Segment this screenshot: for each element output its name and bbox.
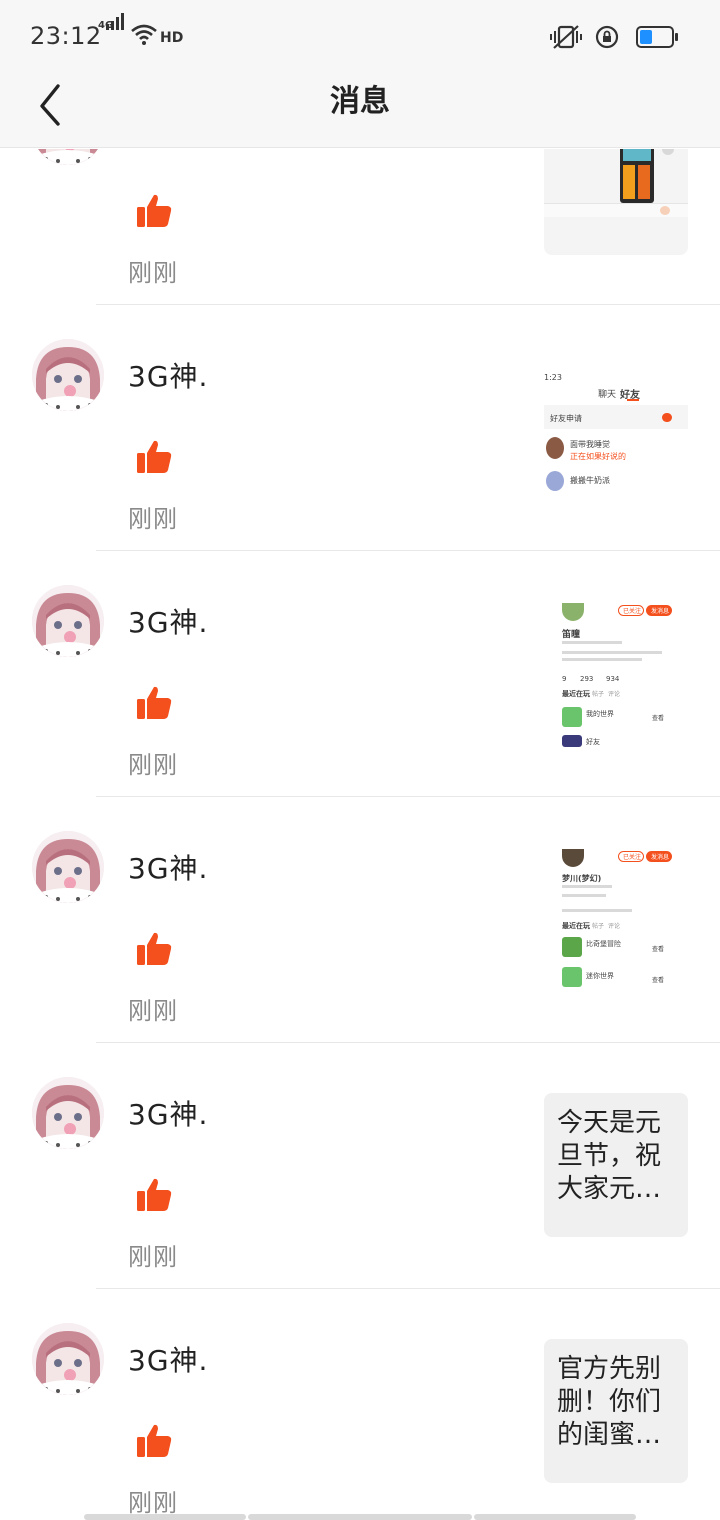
notification-item[interactable]: 3G神. 刚刚 1:23 聊天 好友 好友申请 面带我睡觉 正在如果好说的 搬搬… xyxy=(0,305,720,551)
notification-item[interactable]: 3G神. 刚刚 官方先别删！你们的闺蜜… xyxy=(0,1289,720,1520)
page-title: 消息 xyxy=(330,84,390,119)
post-preview-text[interactable]: 今天是元旦节，祝大家元… xyxy=(544,1093,688,1237)
battery-icon xyxy=(636,26,678,48)
timestamp: 刚刚 xyxy=(128,997,178,1025)
timestamp: 刚刚 xyxy=(128,1489,178,1517)
post-preview-thumbnail[interactable]: 1:23 聊天 好友 好友申请 面带我睡觉 正在如果好说的 搬搬牛奶派 xyxy=(544,357,688,501)
notification-list[interactable]: 刚刚 3G神. 刚刚 1:23 聊天 好友 好友申请 面带我睡觉 正在如果好说的… xyxy=(0,149,720,1520)
avatar[interactable] xyxy=(32,831,104,903)
avatar[interactable] xyxy=(32,1323,104,1395)
bottom-bar-segment xyxy=(474,1514,636,1520)
avatar[interactable] xyxy=(32,149,104,165)
notification-item[interactable]: 3G神. 刚刚 今天是元旦节，祝大家元… xyxy=(0,1043,720,1289)
thumbs-up-icon xyxy=(137,1424,172,1457)
post-preview-text[interactable]: 官方先别删！你们的闺蜜… xyxy=(544,1339,688,1483)
notification-item[interactable]: 3G神. 刚刚 已关注 发消息 梦川(梦幻) 最近在玩 帖子 评论 比奇堡冒险 … xyxy=(0,797,720,1043)
username[interactable]: 3G神. xyxy=(128,1093,208,1133)
post-preview-thumbnail[interactable]: 已关注 发消息 梦川(梦幻) 最近在玩 帖子 评论 比奇堡冒险 查看 迷你世界 … xyxy=(544,849,688,993)
timestamp: 刚刚 xyxy=(128,505,178,533)
username[interactable]: 3G神. xyxy=(128,601,208,641)
bottom-bar-segment xyxy=(84,1514,246,1520)
avatar[interactable] xyxy=(32,1077,104,1149)
timestamp: 刚刚 xyxy=(128,751,178,779)
post-preview-thumbnail[interactable]: 已关注 发消息 笛瞳 9 293 934 最近在玩 帖子 评论 我的世界 查看 … xyxy=(544,603,688,747)
vibrate-mute-icon xyxy=(550,25,582,49)
hd-indicator: HD xyxy=(160,30,184,46)
avatar[interactable] xyxy=(32,585,104,657)
rotation-lock-icon xyxy=(595,25,619,49)
status-time: 23:12 xyxy=(30,22,102,50)
thumbs-up-icon xyxy=(137,932,172,965)
timestamp: 刚刚 xyxy=(128,259,178,287)
thumbs-up-icon xyxy=(137,194,172,227)
status-bar: 23:12 4G HD xyxy=(0,0,720,72)
wifi-icon xyxy=(131,24,157,45)
post-preview-thumbnail[interactable] xyxy=(544,149,688,255)
thumbs-up-icon xyxy=(137,1178,172,1211)
username[interactable]: 3G神. xyxy=(128,847,208,887)
notification-item[interactable]: 3G神. 刚刚 已关注 发消息 笛瞳 9 293 934 最近在玩 帖子 评论 … xyxy=(0,551,720,797)
username[interactable]: 3G神. xyxy=(128,355,208,395)
navigation-header: 消息 xyxy=(0,72,720,148)
username[interactable]: 3G神. xyxy=(128,1339,208,1379)
thumbs-up-icon xyxy=(137,440,172,473)
bottom-bar-segment xyxy=(248,1514,472,1520)
avatar[interactable] xyxy=(32,339,104,411)
notification-item[interactable]: 刚刚 xyxy=(0,149,720,305)
thumbs-up-icon xyxy=(137,686,172,719)
timestamp: 刚刚 xyxy=(128,1243,178,1271)
